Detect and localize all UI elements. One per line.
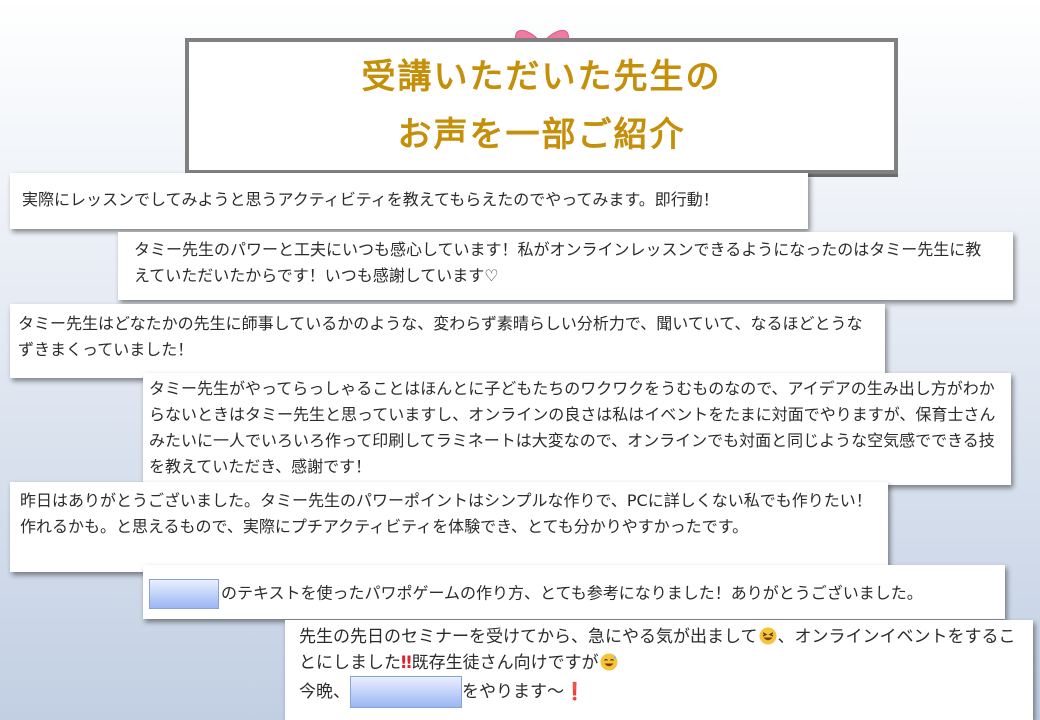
testimonial-text: のテキストを使ったパワポゲームの作り方、とても参考になりました！ありがとうござい… [221,583,923,603]
testimonial-line: 今晩、 をやります〜❗ [299,676,1019,708]
testimonial-card-2: タミー先生のパワーと工夫にいつも感心しています！私がオンラインレッスンできるよう… [118,232,1013,300]
redacted-name-block [149,579,219,609]
testimonial-card-3: タミー先生はどなたかの先生に師事しているかのような、変わらず素晴らしい分析力で、… [10,304,885,378]
testimonial-text: 昨日はありがとうございました。タミー先生のパワーポイントはシンプルな作りで、PC… [20,491,872,536]
testimonial-text: 実際にレッスンでしてみようと思うアクティビティを教えてもらえたのでやってみます。… [22,190,719,209]
testimonial-card-6: のテキストを使ったパワポゲームの作り方、とても参考になりました！ありがとうござい… [143,565,1005,619]
testimonial-card-4: タミー先生がやってらっしゃることはほんとに子どもたちのワクワクをうむものなので、… [143,373,1011,485]
testimonial-text: タミー先生がやってらっしゃることはほんとに子どもたちのワクワクをうむものなので、… [149,379,996,476]
testimonial-card-5: 昨日はありがとうございました。タミー先生のパワーポイントはシンプルな作りで、PC… [10,482,888,572]
testimonial-text: 今晩、 [299,682,350,702]
double-exclamation-icon: ‼ [401,653,412,673]
title-line-1: 受講いただいた先生の [361,57,722,97]
testimonial-text: タミー先生はどなたかの先生に師事しているかのような、変わらず素晴らしい分析力で、… [18,314,863,359]
testimonial-text: タミー先生のパワーと工夫にいつも感心しています！私がオンラインレッスンできるよう… [134,240,982,285]
title-line-2: お声を一部ご紹介 [397,115,686,155]
testimonial-line: 先生の先日のセミナーを受けてから、急にやる気が出まして 、オンラインイベントをする… [299,624,1019,676]
title-box: 受講いただいた先生の お声を一部ご紹介 [185,38,898,174]
testimonial-text: 既存生徒さん向けですが [411,653,599,673]
redacted-event-block [350,676,462,708]
testimonial-card-1: 実際にレッスンでしてみようと思うアクティビティを教えてもらえたのでやってみます。… [10,173,808,229]
testimonial-text: をやります〜 [462,682,564,702]
grinning-sweat-face-icon [600,653,618,671]
exclamation-icon: ❗ [564,682,586,702]
grinning-squint-face-icon [759,627,776,645]
testimonial-card-7: 先生の先日のセミナーを受けてから、急にやる気が出まして 、オンラインイベントをする… [285,620,1033,720]
testimonial-text: 先生の先日のセミナーを受けてから、急にやる気が出まして [299,627,758,647]
